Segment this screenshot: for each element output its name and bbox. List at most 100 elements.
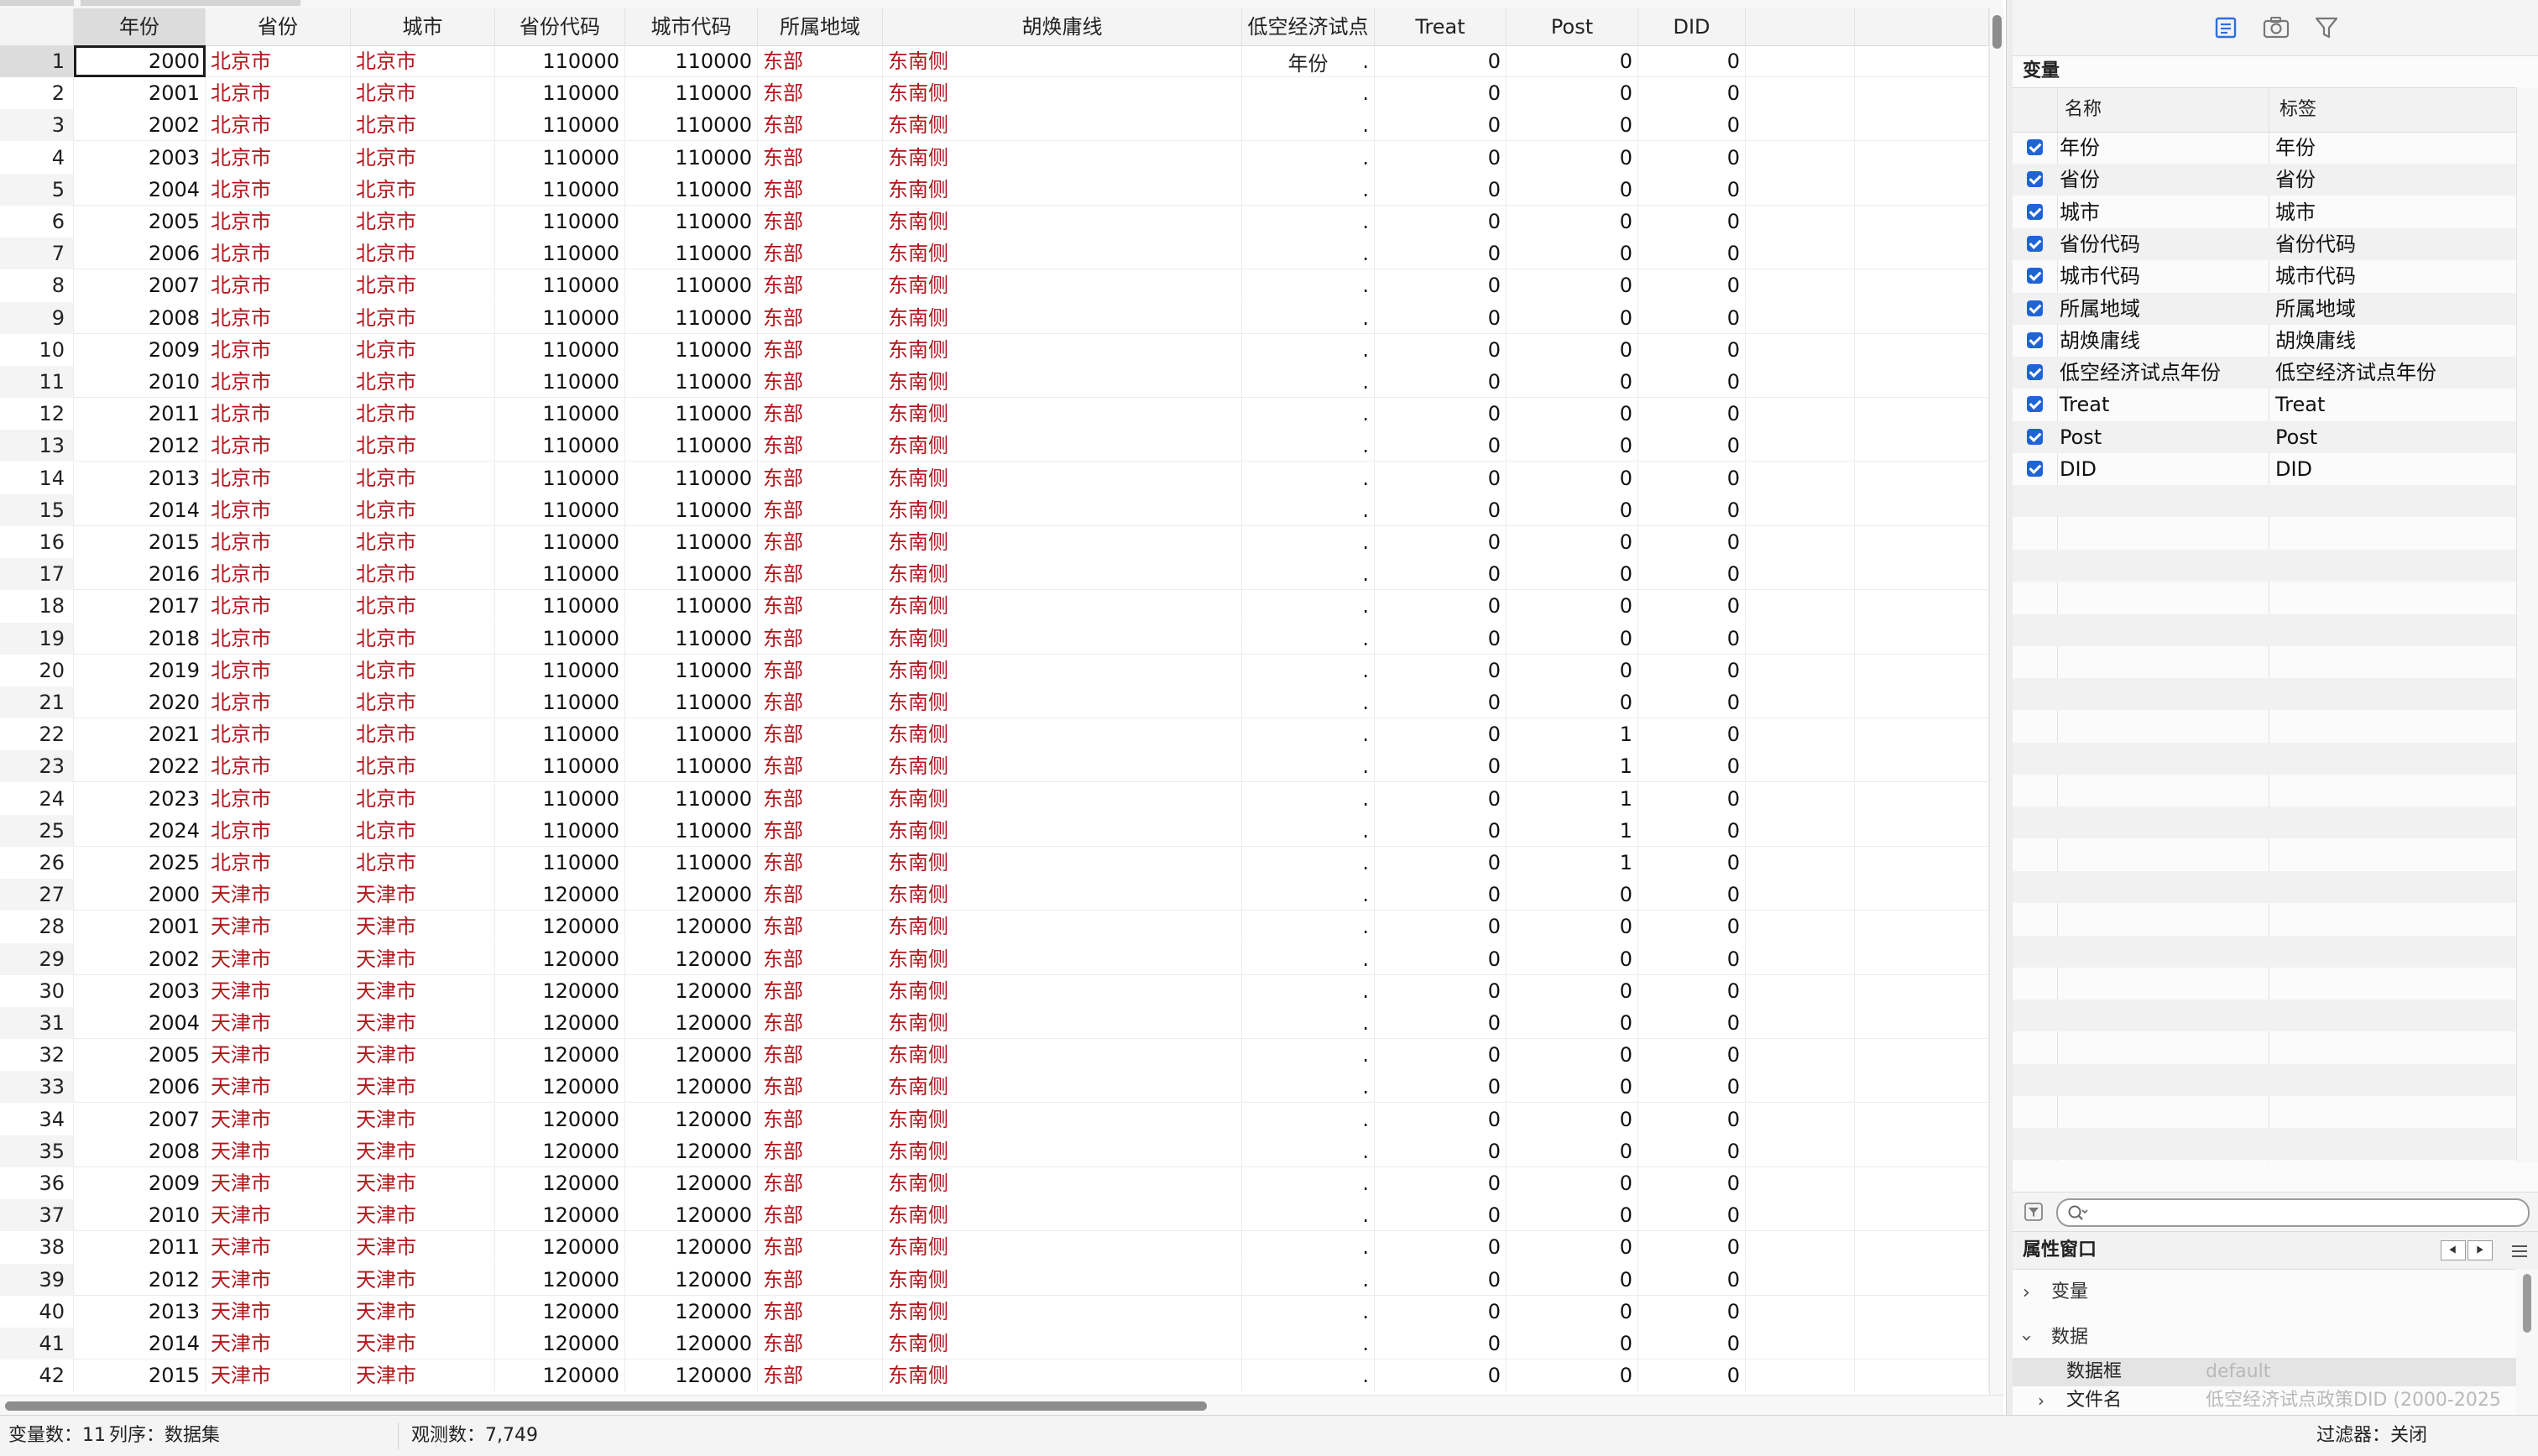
table-cell[interactable]: 天津市	[351, 1328, 495, 1359]
column-header[interactable]: 城市代码	[625, 8, 758, 45]
table-cell[interactable]: 110000	[495, 45, 625, 77]
table-cell[interactable]: 110000	[625, 430, 758, 462]
table-cell[interactable]: 东部	[758, 1199, 883, 1232]
row-number[interactable]: 22	[0, 718, 74, 751]
table-cell[interactable]: 0	[1638, 622, 1746, 655]
row-number[interactable]: 40	[0, 1295, 74, 1328]
row-number[interactable]: 42	[0, 1359, 74, 1392]
table-cell[interactable]: 110000	[625, 366, 758, 398]
table-cell[interactable]: 天津市	[206, 1295, 351, 1328]
table-cell[interactable]: 0	[1507, 206, 1638, 237]
table-cell[interactable]: 2004	[74, 173, 206, 206]
table-cell[interactable]: 0	[1507, 1199, 1638, 1232]
table-cell[interactable]: 东部	[758, 173, 883, 206]
table-cell[interactable]: 120000	[495, 942, 625, 975]
row-number[interactable]: 28	[0, 911, 74, 943]
table-cell[interactable]: 110000	[495, 173, 625, 206]
table-cell[interactable]: 0	[1375, 77, 1507, 110]
table-cell[interactable]: 0	[1638, 1103, 1746, 1135]
properties-scroll-thumb[interactable]	[2523, 1274, 2531, 1333]
table-cell[interactable]: 东南侧	[883, 269, 1242, 302]
table-cell[interactable]: 东南侧	[883, 847, 1242, 879]
table-cell[interactable]: 北京市	[206, 45, 351, 77]
table-cell[interactable]: .	[1242, 1199, 1375, 1232]
table-cell[interactable]: 东南侧	[883, 1071, 1242, 1104]
table-cell[interactable]: 0	[1638, 814, 1746, 847]
row-number[interactable]: 4	[0, 141, 74, 174]
table-cell[interactable]: 120000	[495, 1167, 625, 1199]
table-cell[interactable]: 天津市	[351, 1071, 495, 1104]
table-cell[interactable]: 北京市	[351, 366, 495, 398]
table-cell[interactable]: 2010	[74, 1199, 206, 1232]
table-cell[interactable]: 2015	[74, 526, 206, 558]
table-row[interactable]: 25 2024 北京市 北京市 110000 110000 东部 东南侧. 0 1 0	[0, 814, 1989, 847]
table-cell[interactable]: 天津市	[206, 974, 351, 1007]
row-number[interactable]: 29	[0, 942, 74, 975]
table-cell[interactable]: 东部	[758, 1295, 883, 1328]
row-number[interactable]: 10	[0, 333, 74, 366]
table-cell[interactable]: .	[1242, 45, 1375, 77]
table-cell[interactable]: 北京市	[206, 526, 351, 558]
column-header[interactable]: 所属地域	[758, 8, 883, 45]
variable-row[interactable]: 城市 城市	[2013, 196, 2516, 228]
table-cell[interactable]: .	[1242, 1135, 1375, 1167]
table-cell[interactable]: 天津市	[206, 1167, 351, 1199]
table-cell[interactable]: 2010	[74, 366, 206, 398]
table-cell[interactable]: 0	[1507, 1135, 1638, 1167]
table-cell[interactable]: 110000	[625, 558, 758, 591]
table-cell[interactable]: 0	[1375, 1039, 1507, 1072]
table-cell[interactable]: 北京市	[351, 430, 495, 462]
table-cell[interactable]: 2006	[74, 237, 206, 270]
table-cell[interactable]: 0	[1507, 77, 1638, 110]
table-cell[interactable]: 1	[1507, 847, 1638, 879]
row-number[interactable]: 2	[0, 77, 74, 110]
row-number[interactable]: 16	[0, 526, 74, 558]
table-cell[interactable]: 0	[1638, 1231, 1746, 1264]
table-cell[interactable]: 0	[1638, 1071, 1746, 1104]
table-cell[interactable]: 0	[1375, 750, 1507, 783]
table-cell[interactable]: 北京市	[206, 269, 351, 302]
row-number[interactable]: 38	[0, 1231, 74, 1264]
table-cell[interactable]: .	[1242, 333, 1375, 366]
table-cell[interactable]: 120000	[495, 974, 625, 1007]
table-cell[interactable]: 2001	[74, 911, 206, 943]
table-row[interactable]: 33 2006 天津市 天津市 120000 120000 东部 东南侧. 0 0 0	[0, 1071, 1989, 1104]
table-cell[interactable]: 110000	[495, 430, 625, 462]
table-cell[interactable]: .	[1242, 173, 1375, 206]
row-number[interactable]: 6	[0, 206, 74, 237]
table-cell[interactable]: 2009	[74, 333, 206, 366]
table-cell[interactable]: .	[1242, 1359, 1375, 1392]
variables-search-input[interactable]	[2056, 1198, 2530, 1227]
table-cell[interactable]: 0	[1375, 173, 1507, 206]
table-cell[interactable]: .	[1242, 109, 1375, 142]
row-number[interactable]: 31	[0, 1007, 74, 1039]
table-cell[interactable]: 120000	[495, 1039, 625, 1072]
filter-dropdown-icon[interactable]	[2024, 1203, 2043, 1221]
table-cell[interactable]: 北京市	[206, 109, 351, 142]
table-cell[interactable]: .	[1242, 622, 1375, 655]
table-cell[interactable]: 110000	[495, 526, 625, 558]
table-cell[interactable]: 110000	[625, 590, 758, 623]
filter-icon[interactable]	[2310, 12, 2343, 44]
table-cell[interactable]: 北京市	[351, 718, 495, 751]
table-cell[interactable]: 0	[1507, 109, 1638, 142]
table-cell[interactable]: 北京市	[351, 654, 495, 686]
table-cell[interactable]: 东南侧	[883, 1295, 1242, 1328]
table-cell[interactable]: 东南侧	[883, 1231, 1242, 1264]
table-cell[interactable]: 东南侧	[883, 1199, 1242, 1232]
table-cell[interactable]: .	[1242, 1071, 1375, 1104]
variable-row[interactable]: 省份代码 省份代码	[2013, 227, 2516, 260]
table-cell[interactable]: 北京市	[206, 237, 351, 270]
table-cell[interactable]: 北京市	[206, 301, 351, 334]
table-cell[interactable]: 北京市	[351, 462, 495, 494]
table-cell[interactable]: 东部	[758, 1007, 883, 1039]
table-cell[interactable]: .	[1242, 1263, 1375, 1296]
table-cell[interactable]: 2002	[74, 942, 206, 975]
table-cell[interactable]: 东部	[758, 590, 883, 623]
table-cell[interactable]: 北京市	[351, 269, 495, 302]
table-cell[interactable]: 110000	[495, 686, 625, 718]
table-cell[interactable]: 110000	[495, 814, 625, 847]
table-cell[interactable]: 天津市	[206, 1039, 351, 1072]
table-cell[interactable]: 110000	[495, 558, 625, 591]
table-cell[interactable]: 北京市	[351, 206, 495, 237]
